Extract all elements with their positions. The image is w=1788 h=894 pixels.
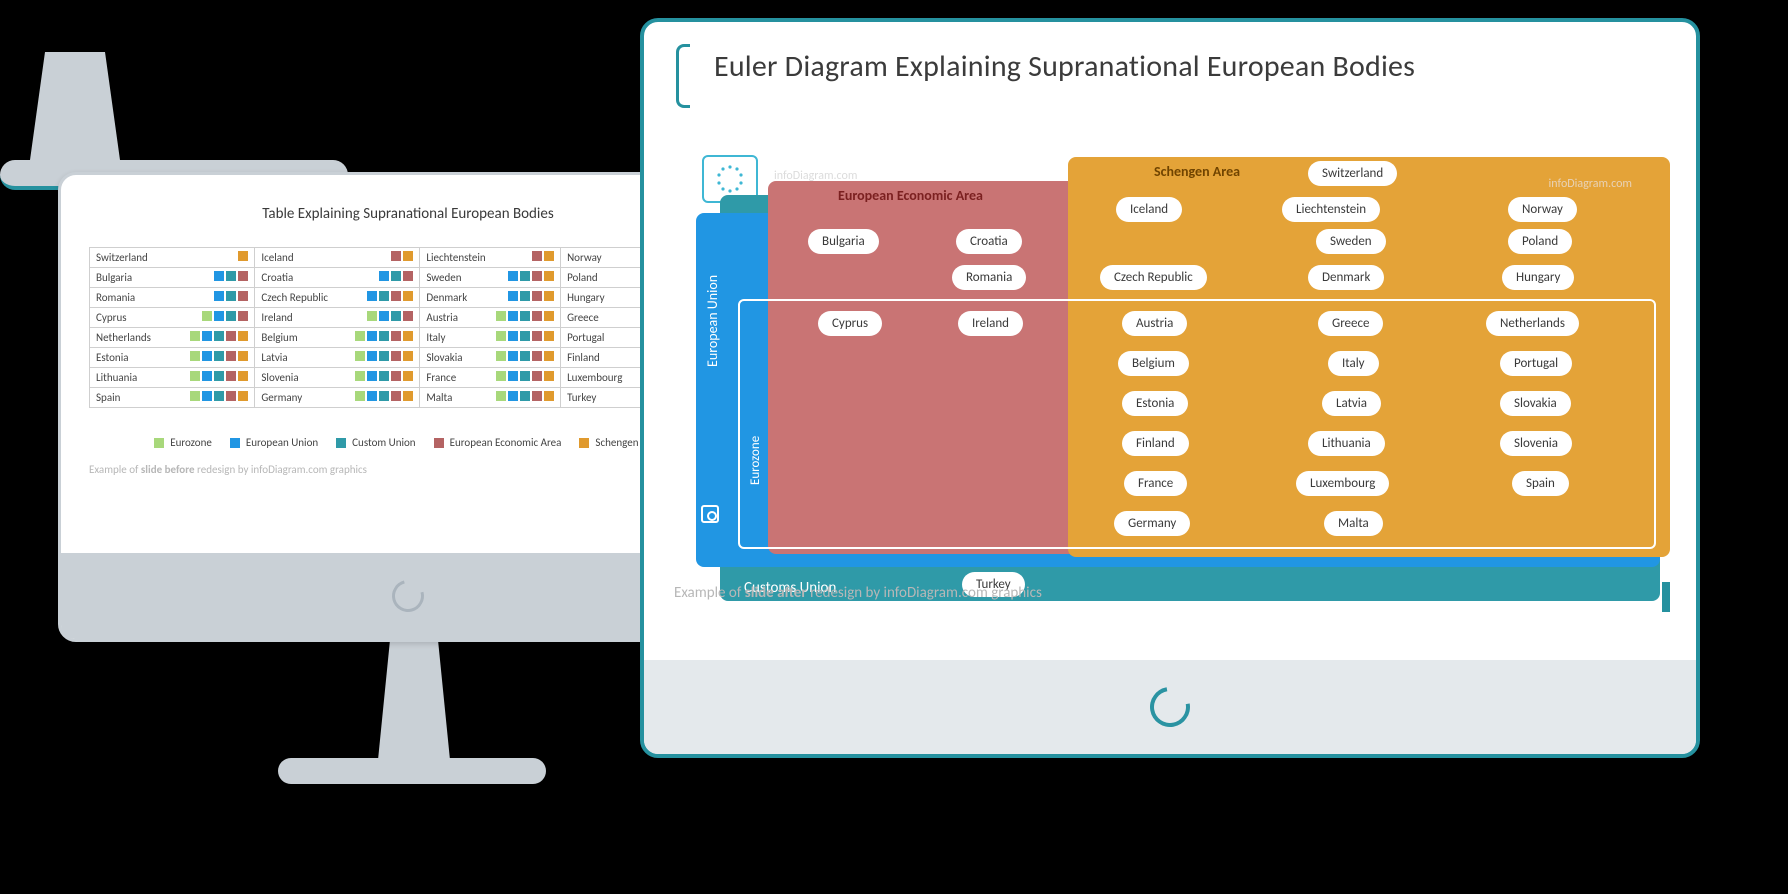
monitor-right: Euler Diagram Explaining Supranational E… (640, 18, 1700, 758)
pill-slovakia: Slovakia (1500, 391, 1571, 416)
label-schengen: Schengen Area (1154, 163, 1240, 180)
legend-item: European Union (230, 436, 318, 449)
table-cell: Romania (90, 288, 255, 308)
caption-before: Example of slide before redesign by info… (89, 463, 727, 476)
table-cell: Denmark (420, 288, 561, 308)
pill-cyprus: Cyprus (818, 311, 882, 336)
table-cell: Italy (420, 328, 561, 348)
pill-belgium: Belgium (1118, 351, 1189, 376)
monitor-left-shadow (0, 0, 410, 26)
table-cell: Lithuania (90, 368, 255, 388)
pill-ireland: Ireland (958, 311, 1023, 336)
pill-norway: Norway (1508, 197, 1577, 222)
monitor-left-stand-neck (354, 640, 474, 760)
table-cell: Ireland (255, 308, 420, 328)
pill-netherlands: Netherlands (1486, 311, 1579, 336)
pill-italy: Italy (1328, 351, 1379, 376)
table-cell: Slovakia (420, 348, 561, 368)
pill-poland: Poland (1508, 229, 1572, 254)
table-cell: Spain (90, 388, 255, 408)
pill-iceland: Iceland (1116, 197, 1182, 222)
table-cell: France (420, 368, 561, 388)
pill-czech: Czech Republic (1100, 265, 1207, 290)
caption-after: Example of slide after redesign by infoD… (674, 584, 1042, 602)
table-cell: Bulgaria (90, 268, 255, 288)
legend-item: Eurozone (154, 436, 212, 449)
label-eu: European Union (704, 275, 721, 367)
table-cell: Austria (420, 308, 561, 328)
slide-after: Euler Diagram Explaining Supranational E… (668, 42, 1672, 642)
table-cell: Belgium (255, 328, 420, 348)
monitor-right-stand-neck (0, 52, 150, 160)
table-cell: Liechtenstein (420, 248, 561, 268)
pill-malta: Malta (1324, 511, 1383, 536)
bodies-table: SwitzerlandIcelandLiechtensteinNorwayBul… (89, 247, 727, 408)
monitor-right-shadow (0, 26, 530, 52)
power-icon (386, 574, 430, 618)
legend-item: European Economic Area (434, 436, 562, 449)
table-cell: Iceland (255, 248, 420, 268)
pill-bulgaria: Bulgaria (808, 229, 879, 254)
label-eurozone: Eurozone (748, 436, 763, 485)
table-cell: Germany (255, 388, 420, 408)
power-icon (1142, 679, 1198, 735)
legend-item: Custom Union (336, 436, 415, 449)
slide-before: Table Explaining Supranational European … (89, 193, 727, 539)
pill-finland: Finland (1122, 431, 1189, 456)
pill-estonia: Estonia (1122, 391, 1188, 416)
camera-icon (701, 505, 719, 523)
table-cell: Croatia (255, 268, 420, 288)
pill-spain: Spain (1512, 471, 1569, 496)
pill-france: France (1124, 471, 1187, 496)
pill-hungary: Hungary (1502, 265, 1574, 290)
monitor-right-bezel (644, 660, 1696, 754)
pill-portugal: Portugal (1500, 351, 1572, 376)
table-cell: Slovenia (255, 368, 420, 388)
pill-croatia: Croatia (956, 229, 1022, 254)
euler-diagram: infoDiagram.com infoDiagram.com Schengen… (668, 107, 1672, 627)
pill-greece: Greece (1318, 311, 1383, 336)
pill-luxembourg: Luxembourg (1296, 471, 1389, 496)
pill-liechtenstein: Liechtenstein (1282, 197, 1380, 222)
pill-switzerland: Switzerland (1308, 161, 1397, 186)
monitor-left-stand-base (278, 758, 546, 784)
pill-lithuania: Lithuania (1308, 431, 1385, 456)
table-cell: Latvia (255, 348, 420, 368)
slide-before-title: Table Explaining Supranational European … (89, 205, 727, 223)
table-cell: Malta (420, 388, 561, 408)
pill-latvia: Latvia (1322, 391, 1381, 416)
pill-romania: Romania (952, 265, 1026, 290)
table-cell: Cyprus (90, 308, 255, 328)
pill-sweden: Sweden (1316, 229, 1386, 254)
pill-denmark: Denmark (1308, 265, 1384, 290)
table-cell: Estonia (90, 348, 255, 368)
footer-accent-icon (1662, 582, 1670, 612)
pill-austria: Austria (1122, 311, 1187, 336)
pill-slovenia: Slovenia (1500, 431, 1572, 456)
table-cell: Netherlands (90, 328, 255, 348)
table-cell: Sweden (420, 268, 561, 288)
legend: Eurozone European Union Custom Union Europe… (89, 436, 727, 449)
watermark-2: infoDiagram.com (1549, 177, 1632, 191)
table-cell: Czech Republic (255, 288, 420, 308)
title-bracket-icon (676, 44, 690, 108)
table-cell: Switzerland (90, 248, 255, 268)
region-eurozone (738, 299, 1656, 549)
label-eea: European Economic Area (838, 187, 983, 204)
slide-after-title: Euler Diagram Explaining Supranational E… (714, 48, 1672, 85)
pill-germany: Germany (1114, 511, 1190, 536)
